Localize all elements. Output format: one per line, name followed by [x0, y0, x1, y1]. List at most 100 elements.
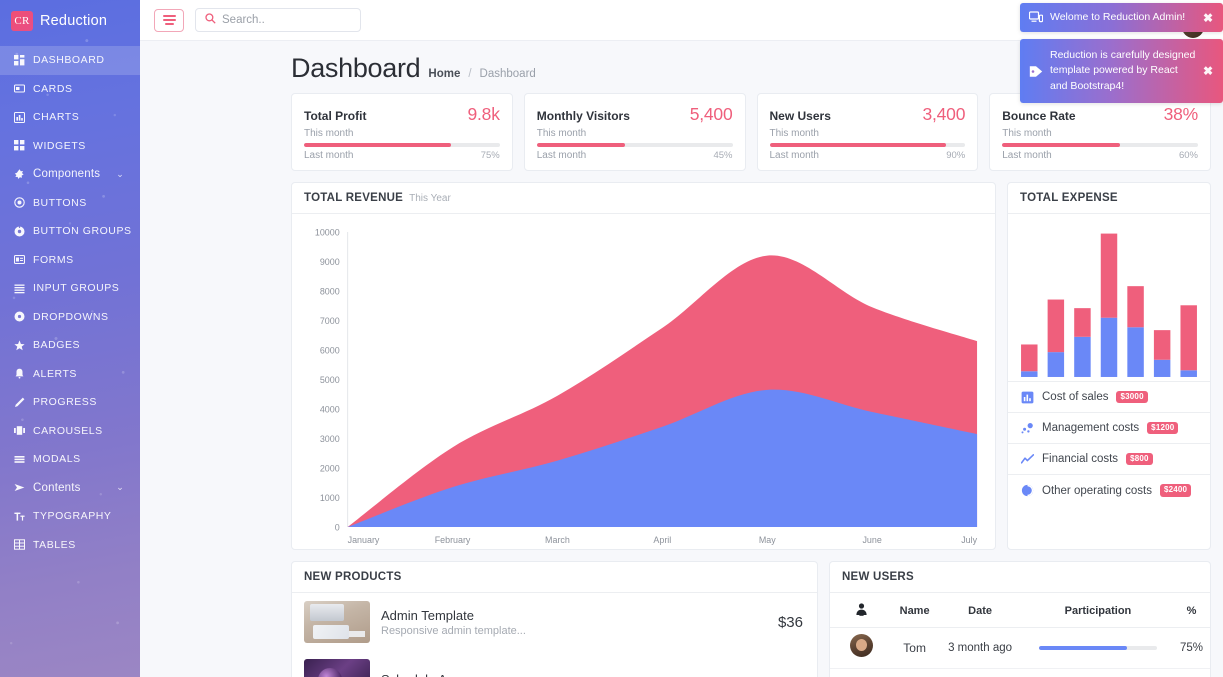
- sidebar-item-badges[interactable]: BADGES: [0, 331, 140, 360]
- sidebar-item-label: Contents: [33, 481, 81, 494]
- sidebar-item-contents[interactable]: Contents ⌄: [0, 474, 140, 503]
- stat-title: Total Profit: [304, 109, 367, 123]
- progress-fill: [1002, 143, 1120, 147]
- sidebar-item-tables[interactable]: TABLES: [0, 531, 140, 560]
- stat-title: Monthly Visitors: [536, 109, 630, 123]
- svg-text:January: January: [348, 535, 380, 545]
- progress-fill: [304, 143, 451, 147]
- sidebar-item-label: CARDS: [33, 82, 73, 95]
- content: Total Profit 9.8k This month Last month …: [140, 84, 1223, 677]
- stat-card-monthly-visitors: Monthly Visitors 5,400 This month Last m…: [523, 93, 746, 171]
- toast-message: Reduction is carefully designed template…: [1050, 49, 1196, 92]
- column-avatar: [830, 593, 892, 628]
- form-icon: [14, 254, 25, 265]
- legend-item-other-operating-costs[interactable]: Other operating costs $2400: [1008, 475, 1210, 506]
- sidebar-item-typography[interactable]: TYPOGRAPHY: [0, 502, 140, 531]
- toast-container: Welome to Reduction Admin! ✖ Reduction i…: [1020, 3, 1223, 110]
- circle-dot-icon: [14, 197, 25, 208]
- stat-this-month: This month: [536, 128, 587, 139]
- card-header: TOTAL EXPENSE: [1008, 183, 1210, 214]
- product-name: Schedule App: [381, 672, 792, 677]
- search-input[interactable]: [222, 14, 351, 26]
- table-row[interactable]: Tom 3 month ago 75%: [830, 627, 1210, 669]
- sidebar-item-cards[interactable]: CARDS: [0, 75, 140, 104]
- column-participation: Participation: [1022, 593, 1173, 628]
- sidebar-item-button-groups[interactable]: BUTTON GROUPS: [0, 217, 140, 246]
- stat-value: 5,400: [689, 104, 733, 124]
- close-icon[interactable]: ✖: [1203, 64, 1214, 78]
- star-icon: [14, 340, 25, 351]
- sidebar-item-input-groups[interactable]: INPUT GROUPS: [0, 274, 140, 303]
- sidebar-item-progress[interactable]: PROGRESS: [0, 388, 140, 417]
- toast-info[interactable]: Reduction is carefully designed template…: [1020, 39, 1223, 103]
- sidebar-item-label: FORMS: [33, 253, 74, 266]
- hamburger-icon[interactable]: [154, 8, 184, 32]
- sidebar-item-components[interactable]: Components ⌄: [0, 160, 140, 189]
- sidebar-item-dropdowns[interactable]: DROPDOWNS: [0, 303, 140, 332]
- card-subtitle: This Year: [409, 193, 451, 204]
- card-title: NEW PRODUCTS: [304, 571, 402, 583]
- legend-item-financial-costs[interactable]: Financial costs $800: [1008, 444, 1210, 475]
- sidebar-item-label: CAROUSELS: [33, 424, 103, 437]
- stat-title: Bounce Rate: [1002, 109, 1076, 123]
- toast-welcome[interactable]: Welome to Reduction Admin! ✖: [1020, 3, 1223, 33]
- brand-logo-icon: CR: [11, 10, 33, 31]
- carousel-icon: [14, 425, 25, 436]
- sidebar-item-label: TYPOGRAPHY: [33, 510, 112, 523]
- user-icon: [855, 602, 868, 616]
- new-users-card: NEW USERS Name Date Participation % Tom …: [829, 561, 1211, 677]
- sidebar-item-charts[interactable]: CHARTS: [0, 103, 140, 132]
- sidebar-item-label: BADGES: [33, 339, 81, 352]
- legend-label: Cost of sales: [1042, 391, 1109, 403]
- list-item[interactable]: Admin Template Responsive admin template…: [292, 593, 817, 651]
- progress-track: [1002, 143, 1198, 147]
- sidebar-item-buttons[interactable]: BUTTONS: [0, 189, 140, 218]
- stat-last-month: Last month: [1002, 150, 1052, 161]
- revenue-area-chart: 0 1000 2000 3000 4000 5000 6000 7000 8000 9000 100…: [315, 227, 978, 545]
- sidebar-item-carousels[interactable]: CAROUSELS: [0, 417, 140, 446]
- stat-percent: 45%: [713, 150, 733, 161]
- progress-fill: [769, 143, 946, 147]
- sidebar-item-label: PROGRESS: [33, 396, 97, 409]
- sidebar-item-modals[interactable]: MODALS: [0, 445, 140, 474]
- participation-fill: [1038, 646, 1128, 650]
- card-header: TOTAL REVENUE This Year: [292, 183, 995, 214]
- product-name: Admin Template: [381, 607, 474, 623]
- svg-text:7000: 7000: [320, 316, 340, 326]
- stat-this-month: This month: [769, 128, 819, 139]
- line-chart-icon: [1021, 453, 1034, 466]
- stat-last-month: Last month: [304, 150, 354, 161]
- svg-text:April: April: [653, 535, 671, 545]
- sidebar-item-widgets[interactable]: WIDGETS: [0, 132, 140, 161]
- sidebar-item-dashboard[interactable]: DASHBOARD: [0, 46, 140, 75]
- sidebar-item-label: CHARTS: [33, 111, 80, 124]
- brand[interactable]: CR Reduction: [0, 0, 140, 32]
- breadcrumb-home[interactable]: Home: [428, 68, 460, 80]
- bottom-row: NEW PRODUCTS Admin Template Responsive a…: [291, 561, 1211, 677]
- sidebar-item-forms[interactable]: FORMS: [0, 246, 140, 275]
- legend-badge: $2400: [1159, 484, 1192, 497]
- user-name: Tom: [892, 627, 938, 669]
- legend-item-management-costs[interactable]: Management costs $1200: [1008, 413, 1210, 444]
- card-title: TOTAL EXPENSE: [1020, 192, 1118, 204]
- stat-card-new-users: New Users 3,400 This month Last month 90…: [756, 93, 979, 171]
- close-icon[interactable]: ✖: [1203, 11, 1214, 25]
- legend-item-cost-of-sales[interactable]: Cost of sales $3000: [1008, 382, 1210, 413]
- list-item[interactable]: Schedule App: [292, 651, 817, 677]
- grid-icon: [14, 54, 25, 66]
- svg-text:March: March: [545, 535, 570, 545]
- brand-name: Reduction: [40, 12, 108, 29]
- legend-badge: $800: [1126, 452, 1153, 466]
- progress-fill: [536, 143, 625, 147]
- progress-track: [304, 143, 500, 147]
- expense-chart-body: [1008, 214, 1210, 381]
- dashboard-app: CR Reduction DASHBOARD CARDS CHARTS WIDG…: [0, 0, 1223, 677]
- bar-chart-icon: [1021, 391, 1034, 404]
- product-price: $36: [777, 613, 803, 631]
- sidebar-item-label: BUTTON GROUPS: [33, 225, 132, 238]
- text-icon: [14, 511, 25, 522]
- breadcrumb-current: Dashboard: [479, 68, 536, 80]
- sidebar-item-alerts[interactable]: ALERTS: [0, 360, 140, 389]
- stat-percent: 75%: [480, 150, 500, 161]
- search-box[interactable]: [195, 8, 361, 32]
